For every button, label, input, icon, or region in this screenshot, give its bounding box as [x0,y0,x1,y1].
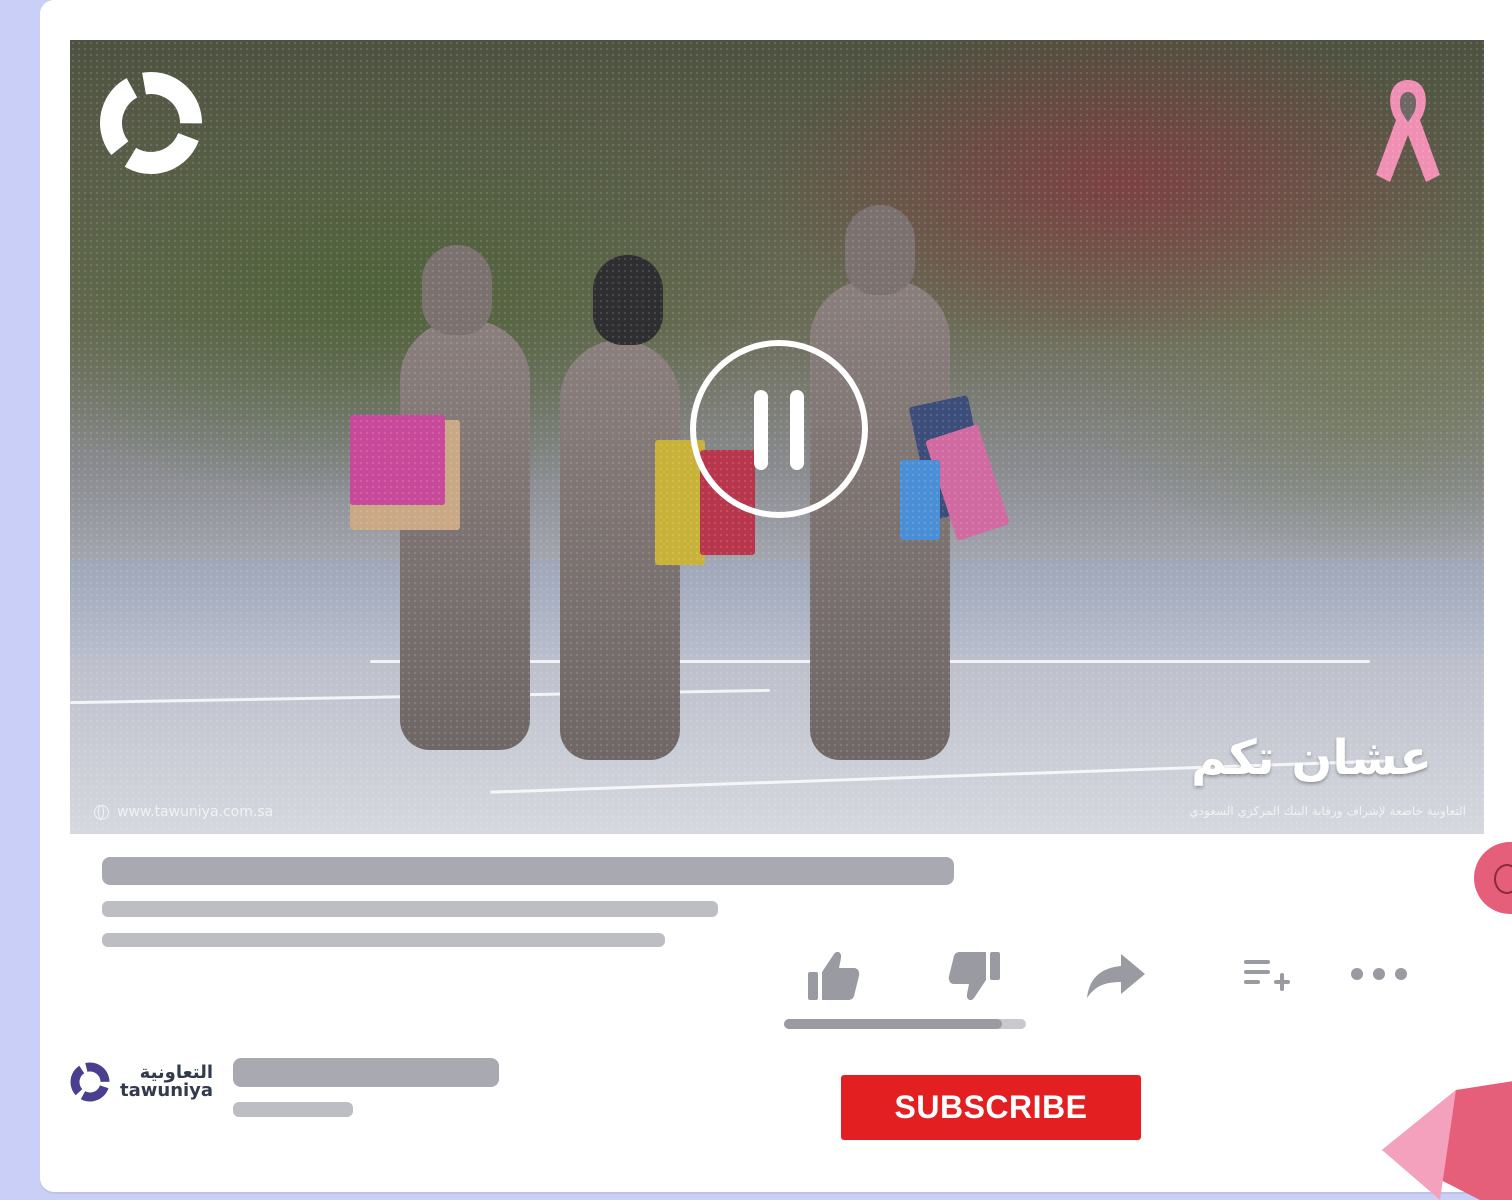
website-watermark: www.tawuniya.com.sa [94,804,273,820]
video-player[interactable]: عشان تكم التعاونية خاضعة لإشراف ورقابة ا… [70,40,1484,834]
shopping-bag [350,415,445,505]
subscribe-button[interactable]: SUBSCRIBE [841,1075,1141,1140]
channel-name-placeholder [233,1058,499,1087]
pause-button[interactable] [690,340,868,518]
pink-ribbon-icon [1376,80,1440,182]
description-placeholder-line [102,933,665,947]
tawuniya-channel-icon [70,1062,110,1102]
person-3-head [845,205,915,295]
person-1-head [422,245,492,335]
person-2-head [593,255,663,345]
website-text: www.tawuniya.com.sa [117,804,274,820]
more-button[interactable] [1350,966,1408,982]
channel-logo-text: التعاونية tawuniya [120,1064,213,1100]
thumbs-up-icon [808,951,860,1000]
tawuniya-logo-icon [100,72,202,174]
pause-icon-bar [754,390,768,470]
description-placeholder-line [102,901,718,917]
share-arrow-icon [1087,954,1145,998]
add-to-playlist-button[interactable] [1244,958,1292,994]
decorative-pink-shape [1382,1081,1512,1200]
share-button[interactable] [1085,952,1147,1000]
dislike-button[interactable] [948,950,1002,1002]
channel-name-english: tawuniya [120,1080,214,1101]
face-icon [1494,864,1512,894]
channel-logo[interactable]: التعاونية tawuniya [68,1060,213,1104]
globe-icon [94,804,109,820]
person-1 [400,320,530,750]
subscriber-count-placeholder [233,1102,353,1117]
video-overlay-title: عشان تكم [1191,730,1432,786]
video-card: عشان تكم التعاونية خاضعة لإشراف ورقابة ا… [40,0,1512,1192]
scene-wall [70,560,1484,655]
thumbs-down-icon [948,952,1000,1001]
shopping-bag [900,460,940,540]
more-horizontal-icon [1351,968,1407,980]
title-placeholder [102,857,954,885]
add-to-playlist-icon [1244,960,1290,991]
video-disclaimer: التعاونية خاضعة لإشراف ورقابة البنك المر… [1189,804,1466,818]
like-button[interactable] [806,950,860,1002]
like-ratio-fill [784,1019,1002,1029]
pause-icon-bar [790,390,804,470]
